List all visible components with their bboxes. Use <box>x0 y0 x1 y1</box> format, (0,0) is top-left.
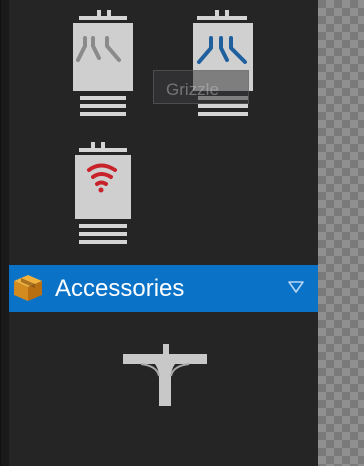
wifi-icon <box>75 142 131 244</box>
device-wireless-router[interactable] <box>71 142 135 244</box>
access-point-icon <box>73 10 133 116</box>
accessory-mount-bracket[interactable] <box>117 344 213 408</box>
device-access-point-gray[interactable] <box>71 10 135 118</box>
panel-border <box>1 0 9 466</box>
transparent-canvas-area <box>318 0 364 466</box>
mount-bracket-icon <box>123 344 207 406</box>
package-icon <box>14 275 42 301</box>
category-label: Accessories <box>55 275 185 302</box>
device-palette-window: Grizzle Accessories <box>0 0 364 466</box>
device-palette-panel: Grizzle Accessories <box>0 0 319 466</box>
triangle-down-outline-icon[interactable] <box>287 279 305 295</box>
category-header-accessories[interactable]: Accessories <box>9 265 319 312</box>
device-tooltip: Grizzle <box>153 70 249 104</box>
